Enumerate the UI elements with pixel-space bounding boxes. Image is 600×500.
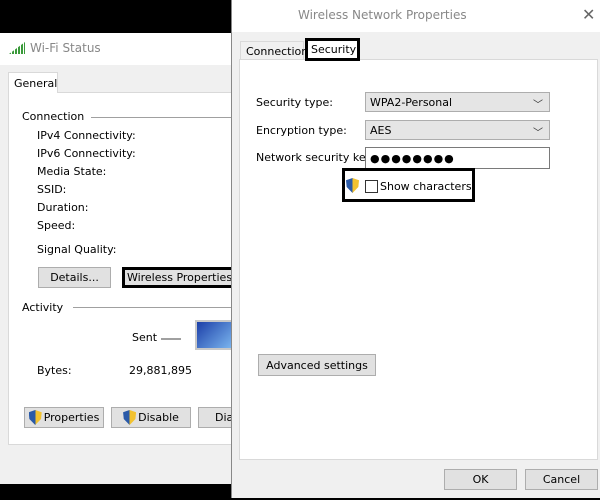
field-duration: Duration: bbox=[37, 201, 89, 214]
signal-quality-label: Signal Quality: bbox=[37, 243, 117, 256]
disable-label: Disable bbox=[138, 411, 179, 424]
tab-label: Security bbox=[311, 43, 357, 56]
properties-button[interactable]: Properties bbox=[24, 407, 104, 428]
divider bbox=[73, 307, 241, 308]
security-panel: Security type: WPA2-Personal ﹀ Encryption… bbox=[239, 59, 598, 460]
select-value: AES bbox=[370, 123, 392, 137]
show-characters-checkbox[interactable] bbox=[365, 180, 378, 193]
chevron-down-icon: ﹀ bbox=[533, 100, 543, 111]
close-icon[interactable]: ✕ bbox=[582, 5, 595, 24]
field-ipv6: IPv6 Connectivity: bbox=[37, 147, 136, 160]
general-panel: Connection IPv4 Connectivity: IPv6 Conne… bbox=[8, 92, 258, 445]
shield-icon bbox=[28, 410, 42, 425]
network-computers-icon bbox=[195, 320, 235, 350]
security-key-input[interactable]: ●●●●●●●● bbox=[365, 147, 550, 169]
wireless-properties-window: Wireless Network Properties ✕ Connection… bbox=[231, 0, 600, 498]
key-value: ●●●●●●●● bbox=[370, 151, 455, 165]
encryption-type-select[interactable]: AES ﹀ bbox=[365, 120, 550, 140]
security-type-select[interactable]: WPA2-Personal ﹀ bbox=[365, 92, 550, 112]
connection-heading: Connection bbox=[22, 110, 85, 123]
chevron-down-icon: ﹀ bbox=[533, 128, 543, 139]
activity-heading: Activity bbox=[22, 301, 64, 314]
wireless-properties-button[interactable]: Wireless Properties bbox=[122, 267, 237, 288]
encryption-type-label: Encryption type: bbox=[256, 124, 347, 137]
title-bar: Wireless Network Properties ✕ bbox=[232, 0, 600, 32]
wireless-properties-label: Wireless Properties bbox=[126, 271, 233, 284]
tab-label: Connection bbox=[246, 45, 309, 58]
details-button[interactable]: Details... bbox=[38, 267, 111, 288]
bytes-label: Bytes: bbox=[37, 364, 72, 377]
bytes-sent-value: 29,881,895 bbox=[129, 364, 192, 377]
disable-button[interactable]: Disable bbox=[111, 407, 191, 428]
wifi-signal-icon bbox=[9, 42, 25, 54]
divider bbox=[161, 338, 181, 340]
ok-button[interactable]: OK bbox=[444, 469, 517, 490]
title-bar: Wi-Fi Status bbox=[0, 33, 232, 65]
ok-label: OK bbox=[472, 473, 489, 486]
field-ssid: SSID: bbox=[37, 183, 67, 196]
details-label: Details... bbox=[50, 271, 99, 284]
security-type-label: Security type: bbox=[256, 96, 333, 109]
show-characters-label[interactable]: Show characters bbox=[380, 180, 472, 193]
field-speed: Speed: bbox=[37, 219, 76, 232]
shield-icon bbox=[123, 410, 137, 425]
tab-connection[interactable]: Connection bbox=[240, 41, 308, 61]
wifi-status-window: Wi-Fi Status General Connection IPv4 Con… bbox=[0, 33, 258, 484]
window-title: Wi-Fi Status bbox=[30, 41, 101, 55]
tab-label: General bbox=[14, 77, 58, 90]
field-media-state: Media State: bbox=[37, 165, 107, 178]
tab-general[interactable]: General bbox=[8, 72, 58, 93]
cancel-button[interactable]: Cancel bbox=[525, 469, 598, 490]
window-title: Wireless Network Properties bbox=[298, 8, 467, 22]
advanced-settings-label: Advanced settings bbox=[266, 358, 368, 372]
sent-label: Sent bbox=[132, 331, 158, 344]
cancel-label: Cancel bbox=[542, 473, 581, 486]
properties-label: Properties bbox=[43, 411, 100, 424]
advanced-settings-button[interactable]: Advanced settings bbox=[258, 354, 376, 376]
tab-security[interactable]: Security bbox=[305, 38, 360, 61]
key-label: Network security key bbox=[256, 151, 373, 164]
divider bbox=[91, 117, 241, 118]
field-ipv4: IPv4 Connectivity: bbox=[37, 129, 136, 142]
select-value: WPA2-Personal bbox=[370, 95, 453, 109]
